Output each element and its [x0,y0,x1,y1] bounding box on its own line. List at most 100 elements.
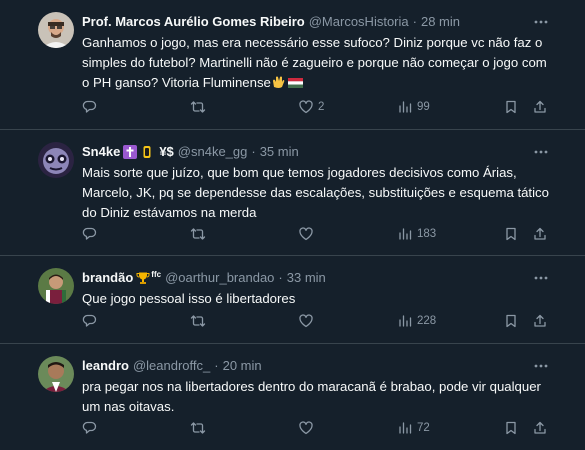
views-chart-icon [399,422,412,434]
more-options-button[interactable] [531,356,551,376]
view-count: 72 [417,422,430,434]
retweet-icon [190,101,206,113]
clapping-hands-emoji [272,76,285,88]
retweet-icon [190,315,206,327]
timeline-feed: Prof. Marcos Aurélio Gomes Ribeiro @Marc… [0,0,585,450]
tweet[interactable]: Sn4ke ¥$ @sn4ke_gg · 35 min Mais sorte q… [0,130,585,256]
like-button[interactable] [298,224,318,244]
views-chart-icon [399,228,412,240]
trophy-emoji [136,272,150,284]
tweet[interactable]: leandro @leandroffc_ · 20 min pra pegar … [0,344,585,450]
reply-button[interactable] [82,311,102,331]
share-button[interactable] [532,224,548,244]
tweet[interactable]: brandão ffc @oarthur_brandao · 33 min Qu… [0,256,585,344]
retweet-button[interactable] [190,224,210,244]
tweet-text: Mais sorte que juízo, que bom que temos … [82,165,549,220]
retweet-button[interactable] [190,97,210,117]
more-icon [534,150,548,154]
share-button[interactable] [532,311,548,331]
tweet-header: Prof. Marcos Aurélio Gomes Ribeiro @Marc… [82,13,545,31]
like-button[interactable]: 2 [298,97,324,117]
author-name-suffix[interactable]: ¥$ [159,143,173,161]
retweet-button[interactable] [190,418,210,438]
bookmark-icon [506,314,516,328]
hungary-flag-emoji [287,78,303,88]
heart-icon [299,100,313,114]
retweet-icon [190,228,206,240]
tweet-actions: 228 [82,311,552,331]
like-button[interactable] [298,418,318,438]
ffc-badge: ffc [151,270,162,279]
view-count: 183 [417,228,437,240]
author-name[interactable]: Sn4ke [82,143,120,161]
timestamp[interactable]: 33 min [287,269,326,287]
bookmark-icon [506,421,516,435]
separator: · [412,14,417,29]
share-button[interactable] [532,418,548,438]
tweet-text: pra pegar nos na libertadores dentro do … [82,379,541,414]
bookmark-button[interactable] [503,224,519,244]
reply-icon [82,314,97,327]
tweet-actions: 2 99 [82,97,552,117]
views-button[interactable]: 72 [397,418,430,438]
avatar[interactable] [38,142,74,178]
avatar[interactable] [38,12,74,48]
like-button[interactable] [298,311,318,331]
share-icon [534,421,546,434]
more-options-button[interactable] [531,268,551,288]
latin-cross-emoji [123,145,138,159]
like-count: 2 [318,101,325,113]
reply-button[interactable] [82,418,102,438]
author-handle[interactable]: @sn4ke_gg [178,143,248,161]
heart-icon [299,421,313,435]
timestamp[interactable]: 20 min [223,357,262,375]
tweet-text: Ganhamos o jogo, mas era necessário esse… [82,33,552,93]
views-chart-icon [399,101,412,113]
bookmark-icon [506,227,516,241]
tweet-actions: 72 [82,418,552,438]
views-button[interactable]: 228 [397,311,436,331]
share-icon [534,227,546,240]
separator: · [251,144,256,159]
author-name[interactable]: leandro [82,357,129,375]
share-icon [534,314,546,327]
tweet-text-content: Ganhamos o jogo, mas era necessário esse… [82,35,547,90]
retweet-button[interactable] [190,311,210,331]
heart-icon [299,314,313,328]
retweet-icon [190,422,206,434]
more-options-button[interactable] [531,142,551,162]
more-icon [534,20,548,24]
bookmark-button[interactable] [503,418,519,438]
avatar[interactable] [38,356,74,392]
author-name[interactable]: Prof. Marcos Aurélio Gomes Ribeiro [82,13,305,31]
more-options-button[interactable] [531,12,551,32]
share-button[interactable] [532,97,548,117]
avatar[interactable] [38,268,74,304]
tweet[interactable]: Prof. Marcos Aurélio Gomes Ribeiro @Marc… [0,0,585,130]
reply-button[interactable] [82,97,102,117]
tweet-header: brandão ffc @oarthur_brandao · 33 min [82,269,545,287]
tweet-text: Que jogo pessoal isso é libertadores [82,291,296,306]
reply-icon [82,100,97,113]
bookmark-icon [506,100,516,114]
views-chart-icon [399,315,412,327]
vertical-traffic-light-emoji [143,146,151,158]
reply-icon [82,227,97,240]
bookmark-button[interactable] [503,97,519,117]
timestamp[interactable]: 28 min [421,13,460,31]
more-icon [534,276,548,280]
views-button[interactable]: 183 [397,224,436,244]
author-handle[interactable]: @oarthur_brandao [165,269,274,287]
author-handle[interactable]: @MarcosHistoria [309,13,409,31]
more-icon [534,364,548,368]
author-name[interactable]: brandão [82,269,133,287]
tweet-header: Sn4ke ¥$ @sn4ke_gg · 35 min [82,143,545,161]
views-button[interactable]: 99 [397,97,430,117]
reply-button[interactable] [82,224,102,244]
reply-icon [82,421,97,434]
share-icon [534,100,546,113]
timestamp[interactable]: 35 min [260,143,299,161]
view-count: 228 [417,315,437,327]
author-handle[interactable]: @leandroffc_ [133,357,210,375]
bookmark-button[interactable] [503,311,519,331]
